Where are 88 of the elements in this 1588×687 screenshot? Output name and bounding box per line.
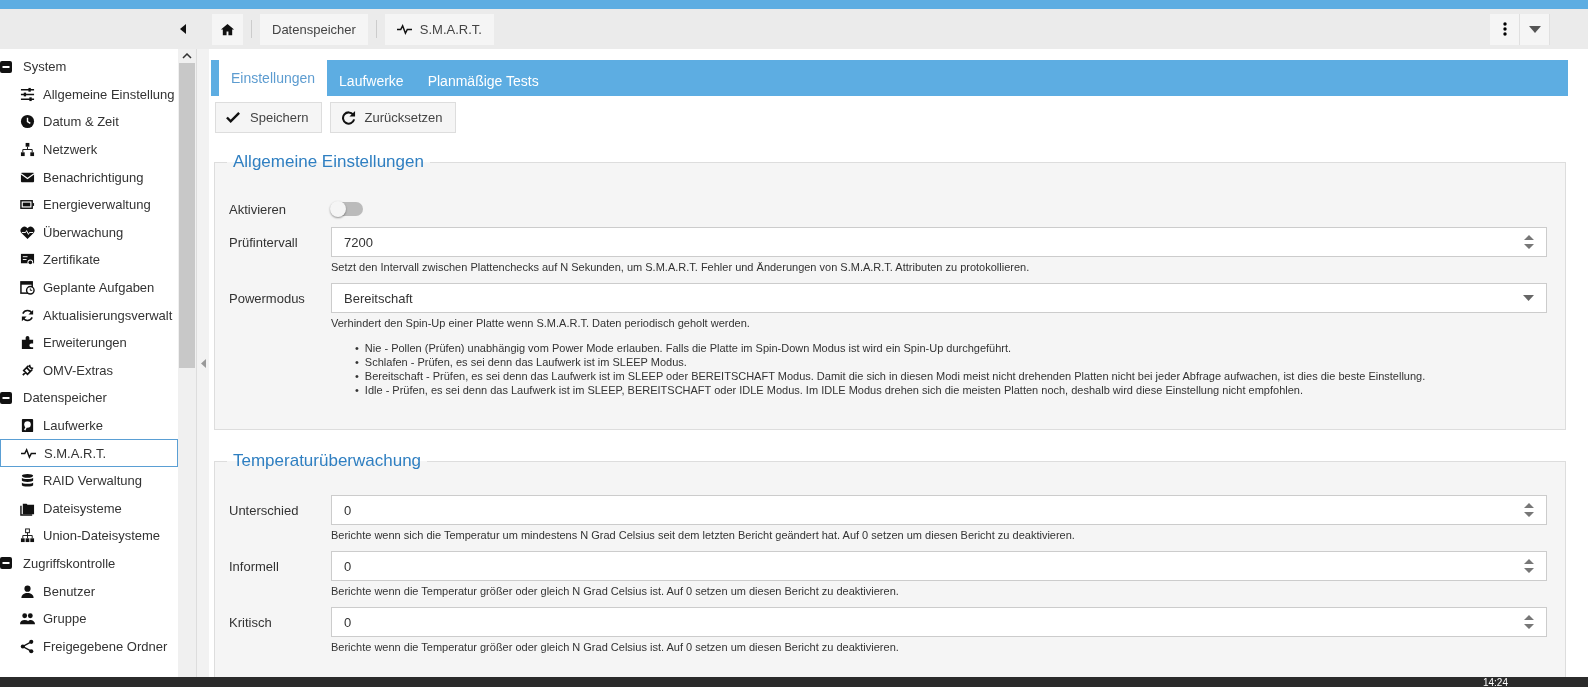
field-label: Kritisch: [229, 614, 273, 632]
sidebar-item[interactable]: S.M.A.R.T.: [0, 439, 178, 467]
checkmark-icon: [226, 110, 241, 125]
clock-icon: [20, 114, 35, 130]
sidebar-group[interactable]: Zugriffskontrolle: [0, 549, 178, 578]
section-title: Allgemeine Einstellungen: [232, 152, 425, 172]
sidebar-item[interactable]: OMV-Extras: [0, 356, 178, 385]
dropdown-select[interactable]: Bereitschaft: [331, 283, 1547, 313]
spinner-arrows-icon: [1524, 558, 1534, 574]
bullet-marker: •: [355, 369, 359, 383]
spinner-arrows-icon: [1524, 614, 1534, 630]
spinner-arrows-icon: [1524, 502, 1534, 518]
taskbar-clock: 14:24: [1482, 678, 1508, 687]
user-icon: [20, 583, 35, 599]
refresh-icon: [20, 307, 35, 323]
sidebar-item[interactable]: Freigegebene Ordner: [0, 632, 178, 661]
scrollbar[interactable]: [178, 49, 196, 677]
toggle-switch[interactable]: [331, 202, 363, 216]
sidebar-item[interactable]: Netzwerk: [0, 135, 178, 164]
sidebar-item[interactable]: Union-Dateisysteme: [0, 522, 178, 550]
spinner-arrows-icon: [1524, 234, 1534, 250]
network-icon: [20, 142, 35, 158]
hierarchy-icon: [20, 528, 35, 544]
field-label: Powermodus: [229, 290, 306, 308]
sidebar-item[interactable]: Laufwerke: [0, 411, 178, 440]
number-input[interactable]: 7200: [331, 227, 1547, 257]
calendar-clock-icon: [20, 280, 35, 296]
sidebar-item[interactable]: Gruppe: [0, 604, 178, 633]
hint-bullet: Schlafen - Prüfen, es sei denn das Laufwerk ist im SLEEP Modus.: [364, 355, 687, 369]
sidebar-item[interactable]: Aktualisierungsverwalt: [0, 301, 178, 329]
pulse-icon: [396, 21, 412, 37]
collapse-caret-icon[interactable]: [180, 24, 186, 34]
field-label: Aktivieren: [229, 201, 288, 217]
sidebar-group[interactable]: System: [0, 53, 178, 81]
bullet-marker: •: [355, 355, 359, 369]
database-icon: [20, 473, 35, 489]
scroll-up-caret-icon: [182, 53, 192, 59]
dropdown-button[interactable]: [1520, 13, 1550, 45]
number-input[interactable]: 0: [331, 551, 1547, 581]
share-icon: [20, 638, 35, 654]
sidebar-item[interactable]: Überwachung: [0, 218, 178, 247]
caret-down-icon: [1528, 25, 1541, 33]
breadcrumb-link[interactable]: S.M.A.R.T.: [384, 13, 494, 45]
section-title: Temperaturüberwachung: [232, 451, 423, 471]
field-hint: Setzt den Intervall zwischen Plattenchecks auf N Sekunden, um S.M.A.R.T. Fehler und Änderungen von S.M.A.R.T. Attributen zu protokollieren.: [331, 261, 1031, 273]
pulse-icon: [21, 445, 36, 461]
sidebar-item[interactable]: Benachrichtigung: [0, 163, 178, 191]
users-icon: [20, 611, 35, 627]
field-hint: Verhindert den Spin-Up einer Platte wenn S.M.A.R.T. Daten periodisch geholt werden.: [331, 317, 751, 329]
sidebar-item[interactable]: Erweiterungen: [0, 328, 178, 357]
bullet-marker: •: [355, 383, 359, 397]
caret-down-icon: [1523, 295, 1534, 301]
field-label: Informell: [229, 558, 280, 576]
number-input[interactable]: 0: [331, 495, 1547, 525]
reset-button[interactable]: Zurücksetzen: [329, 102, 456, 133]
reset-icon: [340, 110, 356, 125]
home-button[interactable]: [212, 13, 243, 45]
sidebar-item[interactable]: Energieverwaltung: [0, 190, 178, 219]
sidebar-group[interactable]: Datenspeicher: [0, 384, 178, 412]
certificate-icon: [20, 252, 35, 268]
caret-left-icon: [200, 358, 206, 368]
vertical-dots-icon: [1502, 22, 1507, 36]
heart-pulse-icon: [20, 224, 35, 240]
field-hint: Berichte wenn die Temperatur größer oder gleich N Grad Celsius ist. Auf 0 setzen um diesen Bericht zu deaktivieren.: [331, 641, 900, 653]
sliders-icon: [20, 86, 35, 102]
sidebar-item[interactable]: Datum & Zeit: [0, 108, 178, 136]
sidebar-item[interactable]: Geplante Aufgaben: [0, 273, 178, 302]
sidebar-item[interactable]: Allgemeine Einstellung: [0, 80, 178, 109]
sidebar-item[interactable]: Zertifikate: [0, 246, 178, 274]
save-button[interactable]: Speichern: [215, 102, 322, 133]
hint-bullet: Nie - Pollen (Prüfen) unabhängig vom Power Mode erlauben. Falls die Platte im Spin-Down Modus ist wird ein Spin-Up durchgeführt.: [364, 341, 1012, 355]
hint-bullet: Bereitschaft - Prüfen, es sei denn das Laufwerk ist im SLEEP oder BEREITSCHAFT Modus. Damit die sich in diesen Modi meist nicht drehenden Platten nicht bei jeder Abfrage aufwachen, ist dies die beste Einstellung.: [364, 369, 1426, 383]
field-label: Unterschied: [229, 502, 300, 520]
number-input[interactable]: 0: [331, 607, 1547, 637]
sidebar-item[interactable]: RAID Verwaltung: [0, 466, 178, 495]
sidebar-item[interactable]: Dateisysteme: [0, 494, 178, 523]
hint-bullet: Idle - Prüfen, es sei denn das Laufwerk ist im SLEEP, BEREITSCHAFT oder IDLE Modus. Im IDLE Modus drehen sich die meisten Platten noch, deshalb wird diese Einstellung nicht empfohlen.: [364, 383, 1303, 397]
puzzle-icon: [20, 335, 35, 351]
bullet-marker: •: [355, 341, 359, 355]
field-hint: Berichte wenn die Temperatur größer oder gleich N Grad Celsius ist. Auf 0 setzen um diesen Bericht zu deaktivieren.: [331, 585, 900, 597]
breadcrumb-link[interactable]: Datenspeicher: [260, 13, 368, 45]
field-label: Prüfintervall: [229, 234, 299, 252]
house-icon: [220, 21, 235, 37]
sidebar-item[interactable]: Benutzer: [0, 577, 178, 605]
collapse-handle[interactable]: [196, 49, 209, 677]
field-hint: Berichte wenn sich die Temperatur um mindestens N Grad Celsius seit dem letzten Bericht geändert hat. Auf 0 setzen um diesen Bericht zu deaktivieren.: [331, 529, 1076, 541]
plug-icon: [20, 362, 35, 378]
more-menu-button[interactable]: [1490, 13, 1520, 45]
